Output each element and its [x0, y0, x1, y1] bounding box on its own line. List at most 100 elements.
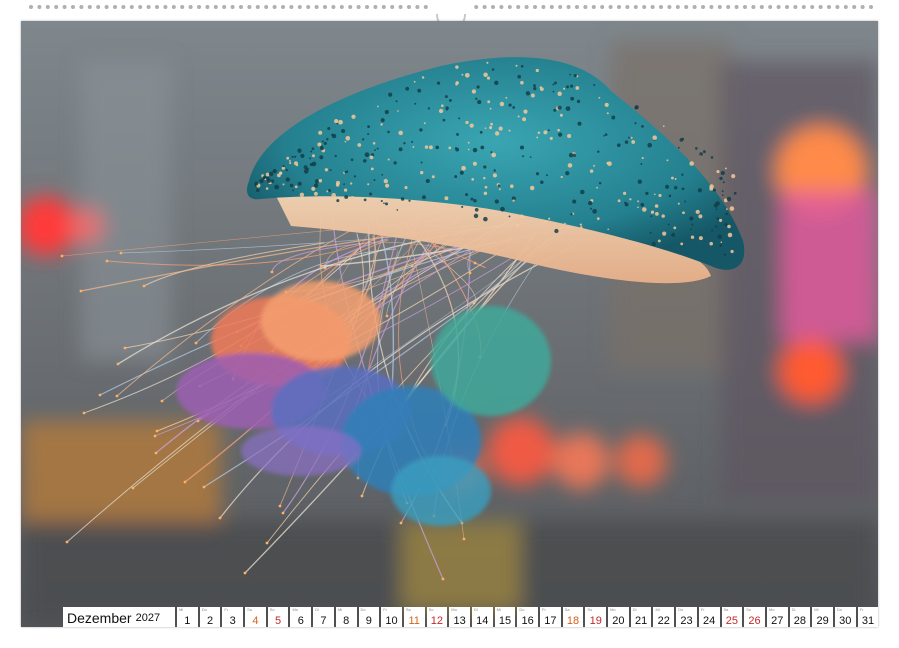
calendar-day: So 26 — [744, 607, 765, 627]
weekday-abbr: Fr — [859, 607, 864, 612]
weekday-abbr: Mo — [292, 607, 298, 612]
day-number: 26 — [748, 615, 761, 627]
weekday-abbr: Mi — [337, 607, 343, 612]
calendar-day: Di 7 — [313, 607, 334, 627]
day-number: 28 — [793, 615, 807, 627]
day-number: 9 — [365, 615, 372, 627]
weekday-abbr: Do — [519, 607, 525, 612]
day-number: 30 — [839, 615, 852, 627]
day-number: 25 — [725, 615, 738, 627]
day-number: 2 — [206, 615, 214, 627]
day-number: 7 — [320, 615, 327, 627]
weekday-abbr: Do — [836, 607, 843, 612]
calendar-day: Mi 8 — [335, 607, 357, 627]
calendar-day: Do 23 — [676, 607, 697, 627]
weekday-abbr: So — [746, 607, 752, 612]
jellyfish-photo — [21, 21, 878, 627]
calendar-day: Di 21 — [630, 607, 652, 627]
day-number: 12 — [430, 615, 444, 627]
day-number: 16 — [521, 615, 534, 627]
calendar-day: Fr 3 — [222, 607, 244, 627]
calendar-day: Do 2 — [199, 607, 221, 627]
day-number: 19 — [589, 615, 602, 627]
weekday-abbr: Di — [315, 607, 319, 612]
calendar-day: Do 16 — [517, 607, 538, 627]
calendar-day: So 19 — [585, 607, 607, 627]
day-number: 18 — [566, 615, 580, 627]
calendar-day: Sa 11 — [403, 607, 425, 627]
weekday-abbr: Sa — [247, 607, 252, 612]
weekday-abbr: Mi — [179, 607, 184, 612]
weekday-abbr: Sa — [564, 607, 570, 612]
day-number: 1 — [184, 615, 191, 627]
calendar-day: Do 30 — [834, 607, 856, 627]
day-number: 3 — [229, 615, 236, 627]
calendar-day: Mo 13 — [449, 607, 470, 627]
calendar-day: Di 28 — [789, 607, 811, 627]
weekday-abbr: Fr — [542, 607, 546, 612]
calendar-day: Sa 4 — [245, 607, 266, 627]
day-number: 4 — [252, 615, 259, 627]
calendar-day: So 12 — [426, 607, 448, 627]
weekday-abbr: Fr — [700, 607, 705, 612]
day-number: 8 — [343, 615, 350, 627]
year: 2027 — [135, 611, 161, 624]
calendar-day: Mo 6 — [290, 607, 312, 627]
calendar-day: Mi 22 — [653, 607, 675, 627]
day-number: 23 — [680, 615, 693, 627]
month-label: Dezember 2027 — [63, 607, 175, 627]
day-number: 17 — [544, 615, 557, 627]
weekday-abbr: Di — [632, 607, 637, 612]
weekday-abbr: Mo — [610, 607, 616, 612]
day-number: 24 — [703, 615, 716, 627]
weekday-abbr: Di — [473, 607, 478, 612]
day-number: 6 — [297, 615, 304, 627]
day-number: 31 — [861, 615, 875, 627]
day-number: 11 — [408, 615, 420, 627]
calendar-day: Fr 24 — [698, 607, 720, 627]
day-number: 21 — [634, 615, 648, 627]
month-name: Dezember — [67, 609, 132, 626]
day-number: 5 — [275, 615, 282, 627]
weekday-abbr: Fr — [224, 607, 229, 612]
day-number: 10 — [385, 615, 398, 627]
day-number: 22 — [657, 615, 670, 627]
calendar-day: Mi 15 — [494, 607, 516, 627]
day-number: 20 — [612, 615, 625, 627]
calendar-day: Do 9 — [358, 607, 380, 627]
weekday-abbr: Di — [791, 607, 796, 612]
calendar-day: Mi 1 — [177, 607, 198, 627]
day-number: 29 — [816, 615, 829, 627]
weekday-abbr: Mi — [655, 607, 660, 612]
weekday-abbr: Sa — [723, 607, 729, 612]
calendar-day: Mi 29 — [812, 607, 833, 627]
weekday-abbr: Do — [201, 607, 207, 612]
weekday-abbr: Do — [360, 607, 366, 612]
calendar-day: So 5 — [267, 607, 289, 627]
weekday-abbr: Fr — [383, 607, 387, 612]
spiral-binding — [29, 5, 873, 9]
weekday-abbr: So — [587, 607, 593, 612]
calendar-day: Mo 27 — [766, 607, 788, 627]
day-number: 14 — [476, 615, 489, 627]
calendar-day: Sa 25 — [721, 607, 743, 627]
day-number: 27 — [771, 615, 784, 627]
weekday-abbr: So — [428, 607, 434, 612]
calendar-page: Dezember 2027 Mi 1 Do 2 Fr 3 Sa 4 So 5 Mo 6 Di 7 Mi 8 Do… — [21, 21, 878, 627]
weekday-abbr: Do — [678, 607, 684, 612]
calendar-strip: Dezember 2027 Mi 1 Do 2 Fr 3 Sa 4 So 5 Mo 6 Di 7 Mi 8 Do… — [63, 607, 878, 627]
calendar-day: Fr 10 — [381, 607, 402, 627]
weekday-abbr: Mi — [496, 607, 501, 612]
weekday-abbr: Mo — [451, 607, 457, 612]
calendar-day: Fr 31 — [857, 607, 878, 627]
weekday-abbr: So — [269, 607, 275, 612]
weekday-abbr: Mi — [814, 607, 819, 612]
calendar-day: Mo 20 — [608, 607, 629, 627]
calendar-day: Fr 17 — [540, 607, 561, 627]
weekday-abbr: Mo — [768, 607, 775, 612]
day-number: 13 — [453, 615, 466, 627]
day-number: 15 — [498, 615, 512, 627]
calendar-day: Di 14 — [471, 607, 493, 627]
weekday-abbr: Sa — [405, 607, 411, 612]
calendar-day: Sa 18 — [562, 607, 584, 627]
